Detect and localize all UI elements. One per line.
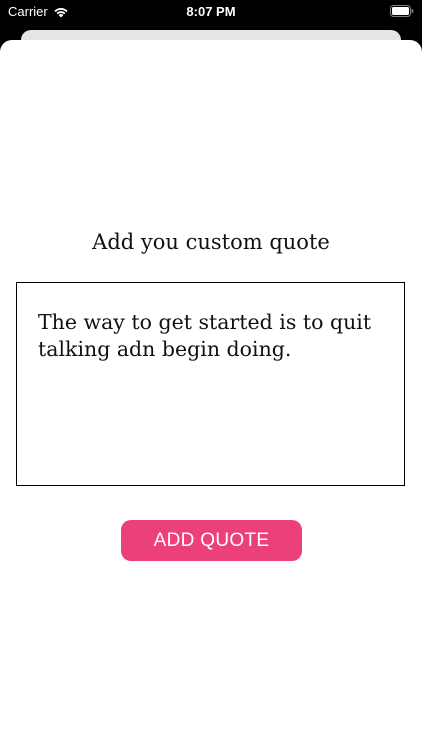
add-quote-button[interactable]: ADD QUOTE bbox=[121, 520, 302, 561]
quote-input[interactable]: The way to get started is to quit talkin… bbox=[16, 282, 405, 486]
app-screen: Carrier 8:07 PM Add you custom quote The… bbox=[0, 0, 422, 750]
page-title: Add you custom quote bbox=[92, 230, 330, 254]
status-bar: Carrier 8:07 PM bbox=[0, 0, 422, 24]
add-quote-sheet: Add you custom quote The way to get star… bbox=[0, 40, 422, 750]
battery-icon bbox=[390, 5, 414, 17]
status-time: 8:07 PM bbox=[186, 4, 236, 19]
